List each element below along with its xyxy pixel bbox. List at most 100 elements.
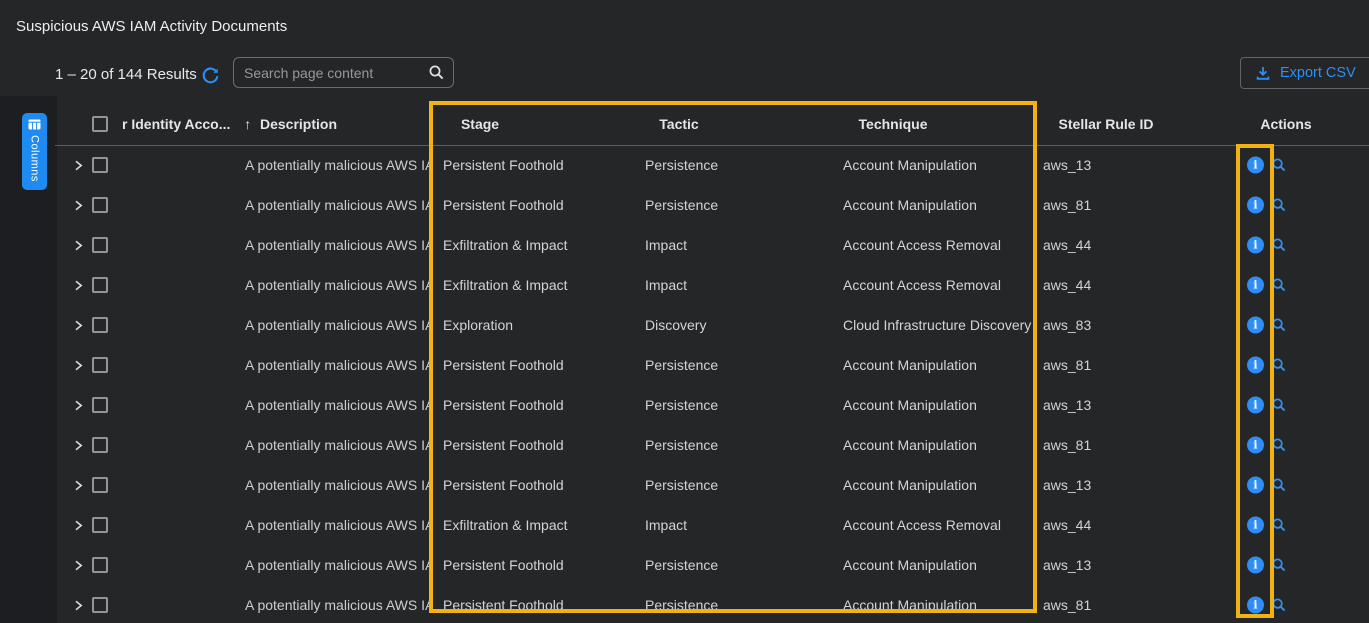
expand-chevron-icon[interactable] [72, 598, 86, 612]
search-input[interactable] [244, 65, 428, 81]
search-action-icon[interactable] [1271, 397, 1287, 413]
search-action-icon[interactable] [1271, 557, 1287, 573]
tactic-cell: Impact [645, 277, 687, 293]
column-header-tactic[interactable]: Tactic [659, 116, 698, 132]
info-icon[interactable]: i [1247, 477, 1264, 494]
info-icon[interactable]: i [1247, 197, 1264, 214]
description-cell: A potentially malicious AWS IA [245, 557, 433, 573]
info-icon[interactable]: i [1247, 557, 1264, 574]
expand-chevron-icon[interactable] [72, 318, 86, 332]
description-cell: A potentially malicious AWS IA [245, 477, 433, 493]
expand-chevron-icon[interactable] [72, 278, 86, 292]
row-checkbox[interactable] [92, 357, 108, 373]
row-checkbox[interactable] [92, 197, 108, 213]
table-row: A potentially malicious AWS IA Persisten… [0, 345, 1369, 385]
column-header-description[interactable]: Description [260, 116, 337, 132]
rule-id-cell: aws_13 [1043, 157, 1091, 173]
expand-chevron-icon[interactable] [72, 358, 86, 372]
select-all-checkbox[interactable] [92, 116, 108, 132]
table-row: A potentially malicious AWS IA Exfiltrat… [0, 505, 1369, 545]
search-action-icon[interactable] [1271, 317, 1287, 333]
rule-id-cell: aws_81 [1043, 197, 1091, 213]
tactic-cell: Persistence [645, 477, 718, 493]
info-icon[interactable]: i [1247, 597, 1264, 614]
info-icon[interactable]: i [1247, 437, 1264, 454]
column-header-rule-id[interactable]: Stellar Rule ID [1059, 116, 1154, 132]
expand-chevron-icon[interactable] [72, 438, 86, 452]
row-checkbox[interactable] [92, 517, 108, 533]
rule-id-cell: aws_13 [1043, 557, 1091, 573]
row-checkbox[interactable] [92, 557, 108, 573]
column-header-identity[interactable]: r Identity Acco... ↑ [122, 116, 251, 132]
tactic-cell: Persistence [645, 157, 718, 173]
info-icon[interactable]: i [1247, 397, 1264, 414]
row-checkbox[interactable] [92, 157, 108, 173]
row-checkbox[interactable] [92, 237, 108, 253]
search-action-icon[interactable] [1271, 517, 1287, 533]
technique-cell: Account Manipulation [843, 477, 1034, 493]
row-checkbox[interactable] [92, 277, 108, 293]
sort-ascending-icon[interactable]: ↑ [244, 116, 251, 132]
tactic-cell: Persistence [645, 397, 718, 413]
info-icon[interactable]: i [1247, 277, 1264, 294]
refresh-icon[interactable] [199, 64, 221, 86]
row-checkbox[interactable] [92, 477, 108, 493]
export-csv-label: Export CSV [1280, 65, 1356, 81]
expand-chevron-icon[interactable] [72, 558, 86, 572]
row-checkbox[interactable] [92, 437, 108, 453]
table-row: A potentially malicious AWS IA Explorati… [0, 305, 1369, 345]
technique-cell: Account Manipulation [843, 157, 1034, 173]
description-cell: A potentially malicious AWS IA [245, 277, 433, 293]
rule-id-cell: aws_44 [1043, 237, 1091, 253]
description-cell: A potentially malicious AWS IA [245, 357, 433, 373]
row-checkbox[interactable] [92, 317, 108, 333]
technique-cell: Account Manipulation [843, 557, 1034, 573]
expand-chevron-icon[interactable] [72, 158, 86, 172]
expand-chevron-icon[interactable] [72, 198, 86, 212]
description-cell: A potentially malicious AWS IA [245, 197, 433, 213]
description-cell: A potentially malicious AWS IA [245, 597, 433, 613]
info-icon[interactable]: i [1247, 357, 1264, 374]
search-action-icon[interactable] [1271, 437, 1287, 453]
row-checkbox[interactable] [92, 597, 108, 613]
info-icon[interactable]: i [1247, 237, 1264, 254]
stage-cell: Exfiltration & Impact [443, 277, 568, 293]
search-action-icon[interactable] [1271, 197, 1287, 213]
technique-cell: Account Access Removal [843, 277, 1034, 293]
description-cell: A potentially malicious AWS IA [245, 397, 433, 413]
rule-id-cell: aws_81 [1043, 597, 1091, 613]
search-action-icon[interactable] [1271, 157, 1287, 173]
search-icon[interactable] [428, 64, 445, 81]
tactic-cell: Impact [645, 237, 687, 253]
description-cell: A potentially malicious AWS IA [245, 517, 433, 533]
technique-cell: Account Access Removal [843, 237, 1034, 253]
tactic-cell: Persistence [645, 357, 718, 373]
export-csv-button[interactable]: Export CSV [1240, 57, 1369, 89]
search-action-icon[interactable] [1271, 357, 1287, 373]
stage-cell: Exploration [443, 317, 513, 333]
info-icon[interactable]: i [1247, 157, 1264, 174]
expand-chevron-icon[interactable] [72, 518, 86, 532]
search-box [233, 57, 454, 88]
search-action-icon[interactable] [1271, 277, 1287, 293]
search-action-icon[interactable] [1271, 597, 1287, 613]
column-header-technique[interactable]: Technique [859, 116, 928, 132]
stage-cell: Persistent Foothold [443, 477, 564, 493]
row-checkbox[interactable] [92, 397, 108, 413]
table-row: A potentially malicious AWS IA Persisten… [0, 385, 1369, 425]
expand-chevron-icon[interactable] [72, 398, 86, 412]
info-icon[interactable]: i [1247, 317, 1264, 334]
expand-chevron-icon[interactable] [72, 238, 86, 252]
search-action-icon[interactable] [1271, 237, 1287, 253]
table-row: A potentially malicious AWS IA Persisten… [0, 145, 1369, 185]
column-header-stage[interactable]: Stage [461, 116, 499, 132]
description-cell: A potentially malicious AWS IA [245, 437, 433, 453]
technique-cell: Cloud Infrastructure Discovery [843, 317, 1034, 333]
stage-cell: Persistent Foothold [443, 157, 564, 173]
expand-chevron-icon[interactable] [72, 478, 86, 492]
table-row: A potentially malicious AWS IA Persisten… [0, 545, 1369, 585]
info-icon[interactable]: i [1247, 517, 1264, 534]
search-action-icon[interactable] [1271, 477, 1287, 493]
description-cell: A potentially malicious AWS IA [245, 317, 433, 333]
page-title: Suspicious AWS IAM Activity Documents [16, 18, 287, 35]
